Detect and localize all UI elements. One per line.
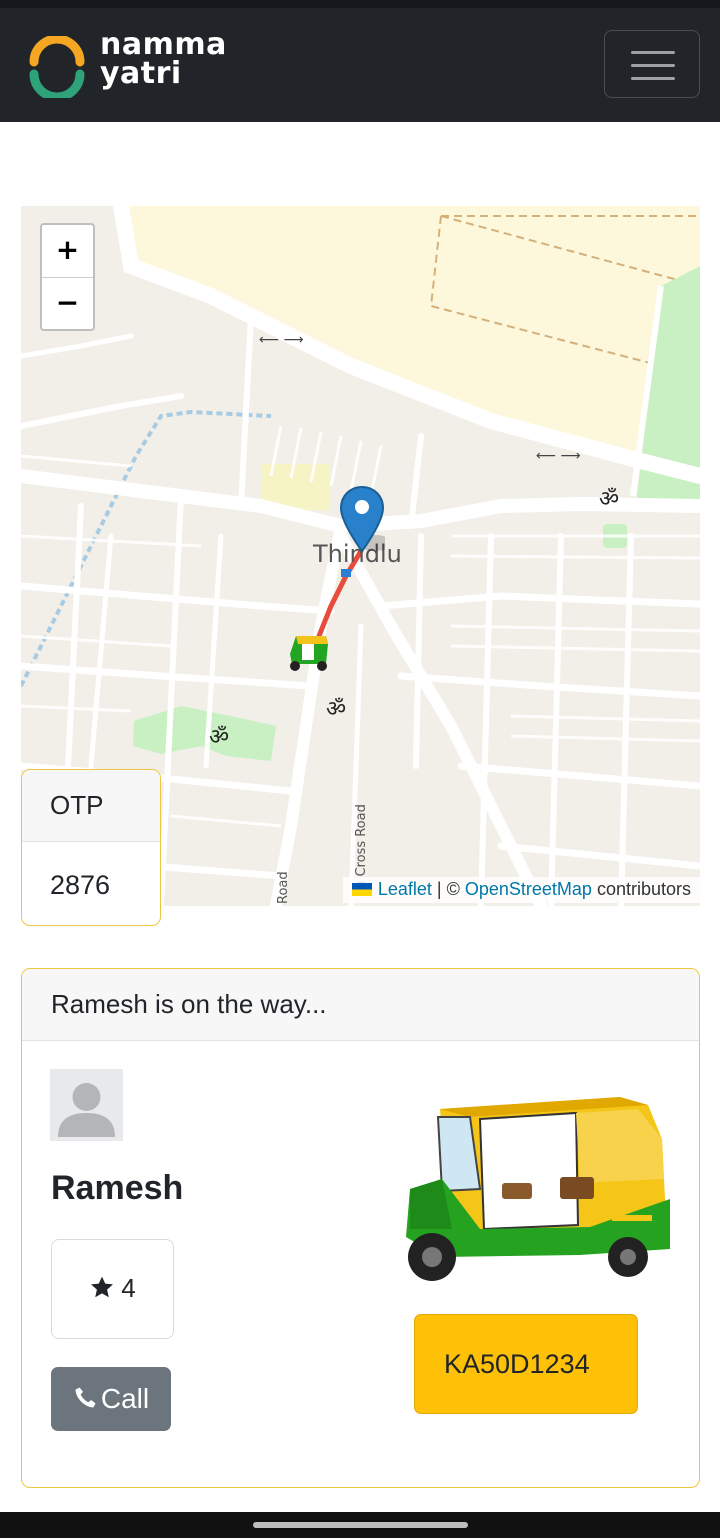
attribution-separator: | ©: [431, 879, 465, 899]
call-button[interactable]: Call: [51, 1367, 171, 1431]
call-label: Call: [100, 1383, 150, 1414]
road-label-2: Road: [276, 871, 291, 904]
vehicle-number-plate: KA50D1234: [414, 1314, 638, 1414]
user-avatar-icon: [58, 1083, 115, 1137]
svg-text:⟵ ⟶: ⟵ ⟶: [536, 448, 581, 464]
ukraine-flag-icon: [351, 883, 372, 896]
brand-name[interactable]: namma yatri: [100, 27, 227, 91]
driver-name: Ramesh: [51, 1169, 184, 1207]
brand-line-2: yatri: [100, 56, 182, 91]
phone-icon: [75, 1387, 96, 1408]
system-navigation-bar: [0, 1512, 720, 1538]
status-bar: [0, 0, 720, 8]
zoom-control: + −: [40, 223, 95, 331]
hamburger-menu-button[interactable]: [604, 30, 700, 98]
rating-value: 4: [121, 1273, 136, 1303]
star-icon: [91, 1276, 114, 1298]
auto-rickshaw-marker-icon[interactable]: [286, 630, 330, 674]
zoom-in-button[interactable]: +: [42, 225, 93, 277]
svg-text:ॐ: ॐ: [209, 725, 229, 750]
svg-text:ॐ: ॐ: [599, 487, 619, 512]
svg-text:ॐ: ॐ: [326, 697, 346, 722]
road-label-secondary: Road: [276, 871, 291, 904]
driver-rating-badge: 4: [51, 1239, 174, 1339]
svg-text:⟵ ⟶: ⟵ ⟶: [259, 332, 304, 348]
leaflet-link[interactable]: Leaflet: [378, 879, 432, 899]
ride-status: Ramesh is on the way...: [22, 969, 699, 1041]
home-gesture-bar[interactable]: [253, 1522, 468, 1528]
destination-pin-icon[interactable]: [339, 485, 385, 555]
hamburger-menu-icon: [631, 51, 675, 54]
avatar: [50, 1069, 123, 1141]
auto-rickshaw-image-icon: [406, 1097, 670, 1281]
zoom-out-button[interactable]: −: [42, 277, 93, 329]
map-attribution: Leaflet | © OpenStreetMap contributors: [342, 877, 700, 903]
otp-value: 2876: [50, 870, 111, 900]
top-navbar: namma yatri: [0, 8, 720, 122]
openstreetmap-link[interactable]: OpenStreetMap: [465, 879, 592, 899]
otp-label: OTP: [22, 770, 160, 842]
attribution-suffix: contributors: [591, 879, 691, 899]
namma-yatri-logo-icon[interactable]: [26, 36, 88, 98]
otp-card: OTP 2876: [21, 769, 161, 926]
brand-line-1: namma: [100, 27, 227, 62]
driver-card: Ramesh is on the way... Ramesh 4 Call KA…: [21, 968, 700, 1488]
